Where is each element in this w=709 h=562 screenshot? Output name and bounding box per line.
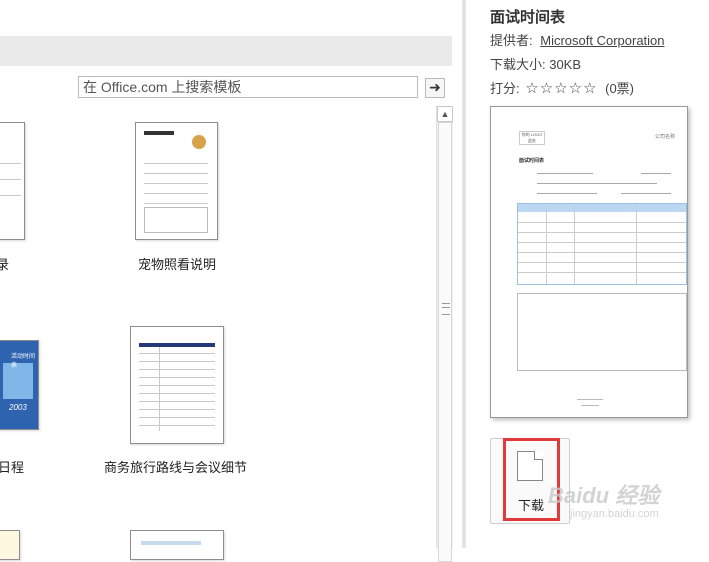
poster-title: 活动时间表 (11, 354, 36, 369)
preview-company: 公司名称 (655, 134, 676, 140)
scroll-thumb[interactable] (438, 122, 452, 562)
download-size: 下载大小: 30KB (490, 57, 582, 72)
category-bar (0, 36, 452, 66)
template-preview: 你的 LOGO 此处 公司名称 面试时间表 (490, 106, 688, 418)
search-input[interactable]: 在 Office.com 上搜索模板 (78, 76, 418, 98)
watermark: Baidu 经验 (548, 483, 660, 508)
provider-row: 提供者: Microsoft Corporation (490, 30, 665, 49)
scroll-up-arrow-icon[interactable]: ▲ (437, 106, 453, 122)
template-label[interactable]: 日程 (0, 457, 24, 476)
preview-logo: 你的 LOGO 此处 (519, 131, 545, 145)
rating-votes: (0票) (605, 81, 635, 96)
template-gallery: 在 Office.com 上搜索模板 ➜ 录 宠物照看说明 活动时间表 2003… (0, 0, 462, 562)
template-thumbnail[interactable] (130, 530, 224, 560)
template-thumbnail[interactable] (135, 122, 218, 240)
template-label[interactable]: 商务旅行路线与会议细节 (104, 457, 247, 476)
poster-year: 2003 (9, 403, 27, 412)
provider-link[interactable]: Microsoft Corporation (540, 33, 664, 48)
provider-label: 提供者: (490, 33, 533, 48)
template-title: 面试时间表 (490, 9, 566, 26)
template-thumbnail[interactable] (130, 326, 224, 444)
template-thumbnail[interactable] (0, 530, 20, 560)
grip-icon (442, 303, 450, 315)
template-label[interactable]: 录 (0, 254, 9, 273)
template-label[interactable]: 宠物照看说明 (138, 254, 216, 273)
rating-label: 打分: (490, 81, 520, 96)
search-go-button[interactable]: ➜ (425, 78, 445, 98)
preview-heading: 面试时间表 (519, 158, 545, 164)
rating-stars-icon[interactable]: ☆☆☆☆☆ (525, 80, 597, 97)
template-thumbnail[interactable]: 活动时间表 2003 (0, 340, 39, 430)
rating-row: 打分: ☆☆☆☆☆ (0票) (490, 78, 634, 97)
watermark-sub: jingyan.baidu.com (570, 508, 659, 520)
gallery-scrollbar[interactable]: ▲ (436, 106, 453, 562)
template-thumbnail[interactable] (0, 122, 25, 240)
